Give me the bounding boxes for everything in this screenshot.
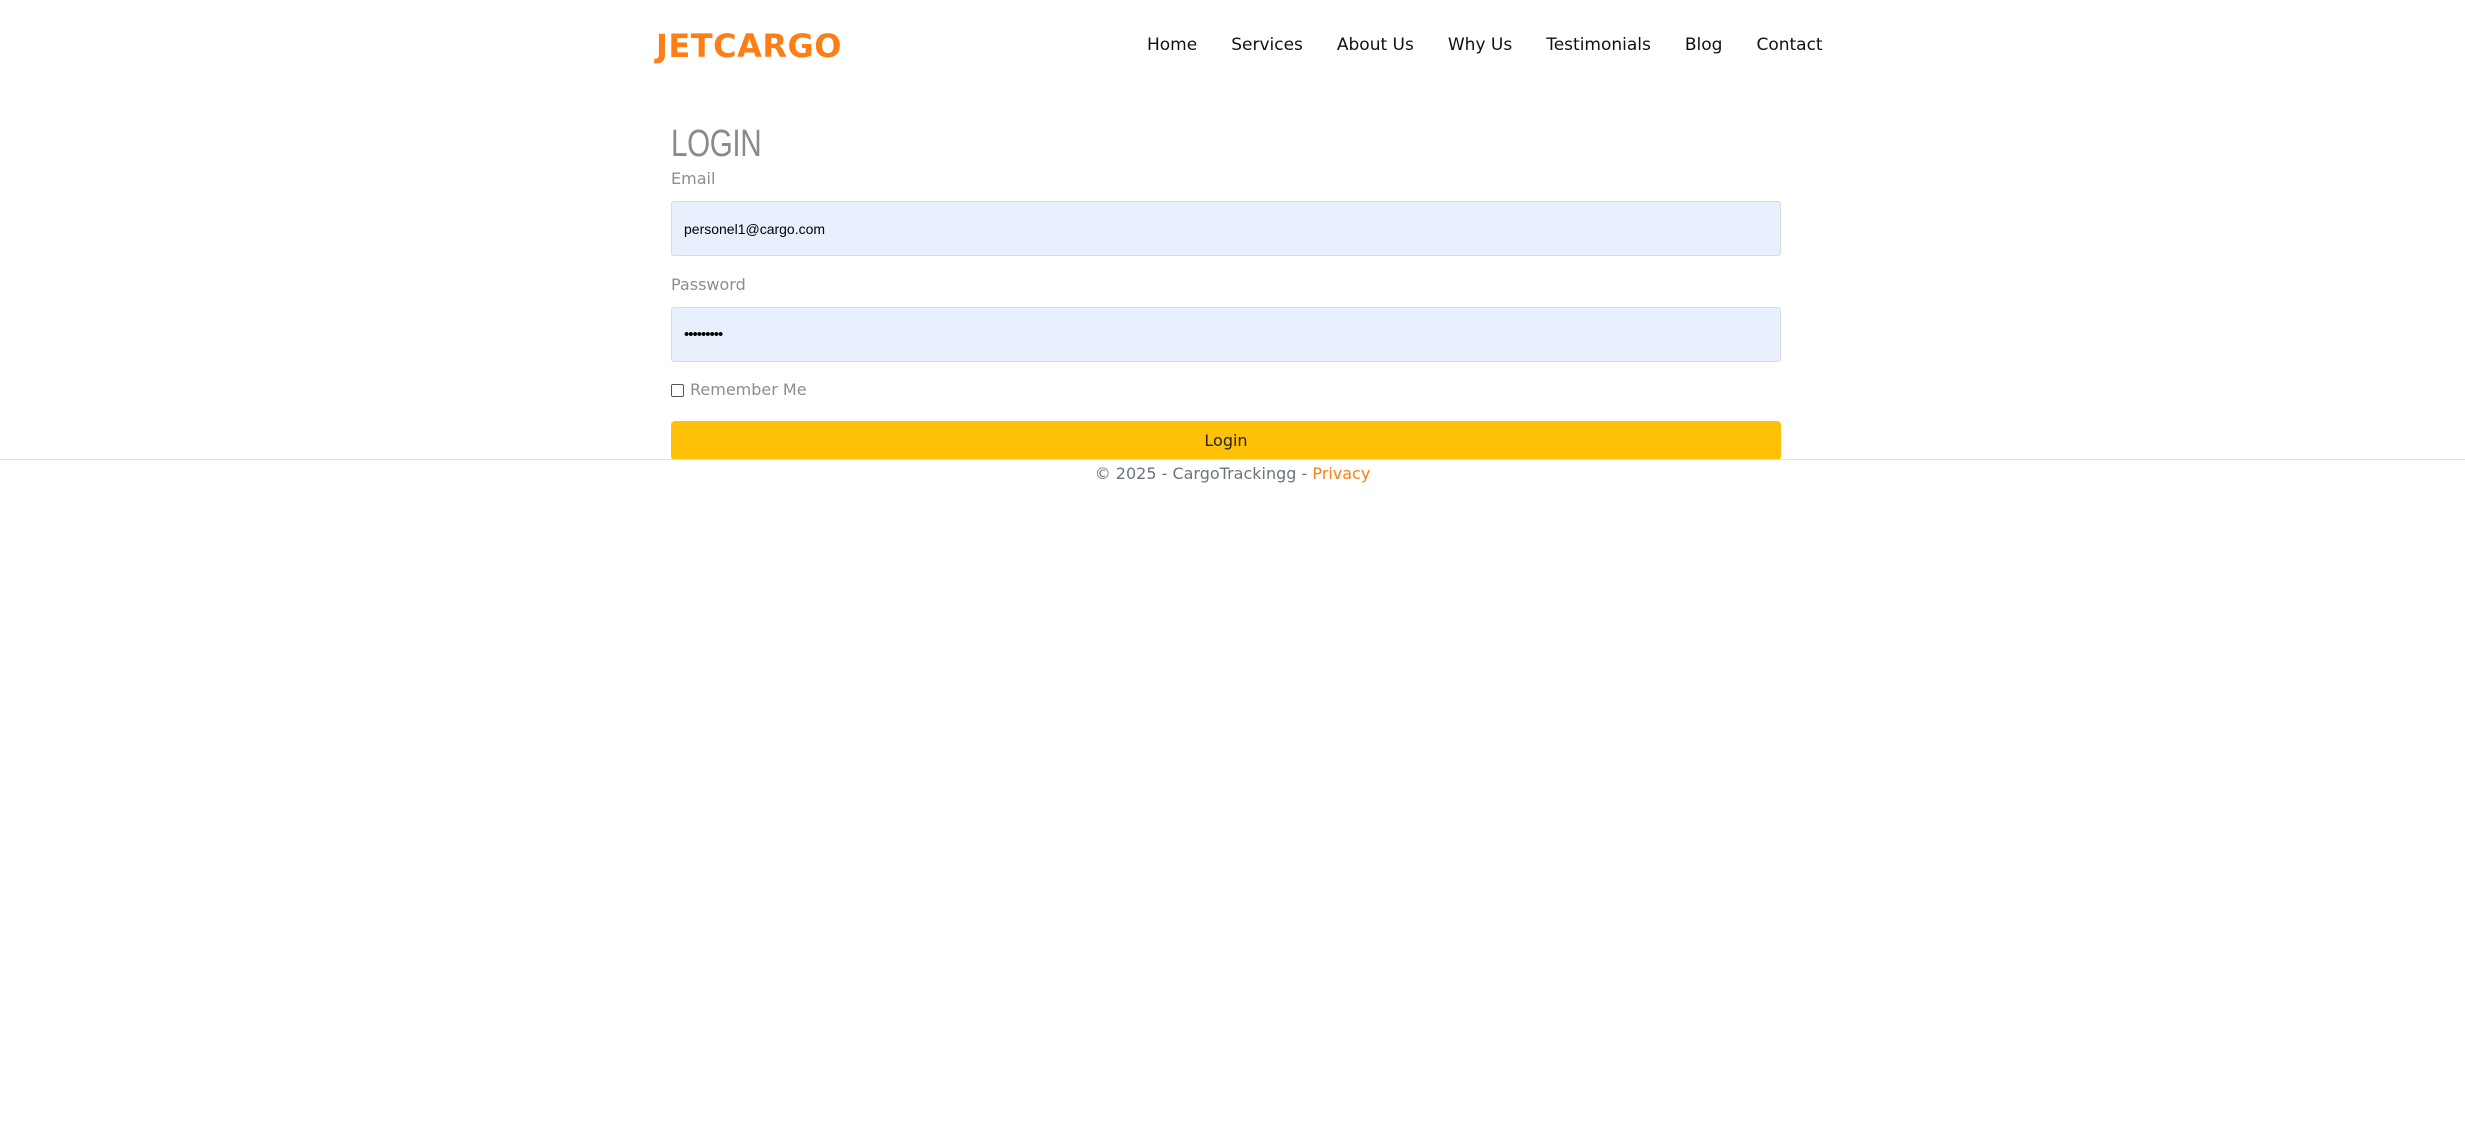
- brand-logo[interactable]: JETCARGO: [656, 24, 842, 68]
- nav-link-blog[interactable]: Blog: [1668, 30, 1740, 60]
- footer-divider: [0, 459, 2465, 460]
- nav-item-testimonials: Testimonials: [1529, 30, 1668, 60]
- email-label: Email: [671, 169, 716, 188]
- nav-link-services[interactable]: Services: [1214, 30, 1320, 60]
- remember-me-label[interactable]: Remember Me: [690, 380, 807, 400]
- nav-item-contact: Contact: [1739, 30, 1839, 60]
- footer: © 2025 - CargoTrackingg - Privacy: [0, 462, 2465, 486]
- nav-item-services: Services: [1214, 30, 1320, 60]
- footer-copyright: © 2025 - CargoTrackingg -: [1094, 464, 1313, 483]
- nav-item-about-us: About Us: [1320, 30, 1431, 60]
- nav-item-home: Home: [1130, 30, 1214, 60]
- nav-link-contact[interactable]: Contact: [1739, 30, 1839, 60]
- login-title: LOGIN: [671, 123, 762, 165]
- password-label: Password: [671, 275, 746, 294]
- password-field[interactable]: [671, 307, 1781, 362]
- navbar: JETCARGO Home Services About Us Why Us T…: [0, 0, 2465, 90]
- nav-link-testimonials[interactable]: Testimonials: [1529, 30, 1668, 60]
- nav-link-about-us[interactable]: About Us: [1320, 30, 1431, 60]
- nav-item-why-us: Why Us: [1431, 30, 1529, 60]
- nav-link-why-us[interactable]: Why Us: [1431, 30, 1529, 60]
- footer-privacy-link[interactable]: Privacy: [1312, 464, 1370, 483]
- nav-menu: Home Services About Us Why Us Testimonia…: [1130, 30, 1840, 60]
- remember-me-row: Remember Me: [671, 380, 807, 400]
- email-field[interactable]: [671, 201, 1781, 256]
- login-button[interactable]: Login: [671, 421, 1781, 460]
- remember-me-checkbox[interactable]: [671, 383, 684, 397]
- nav-item-blog: Blog: [1668, 30, 1740, 60]
- nav-link-home[interactable]: Home: [1130, 30, 1214, 60]
